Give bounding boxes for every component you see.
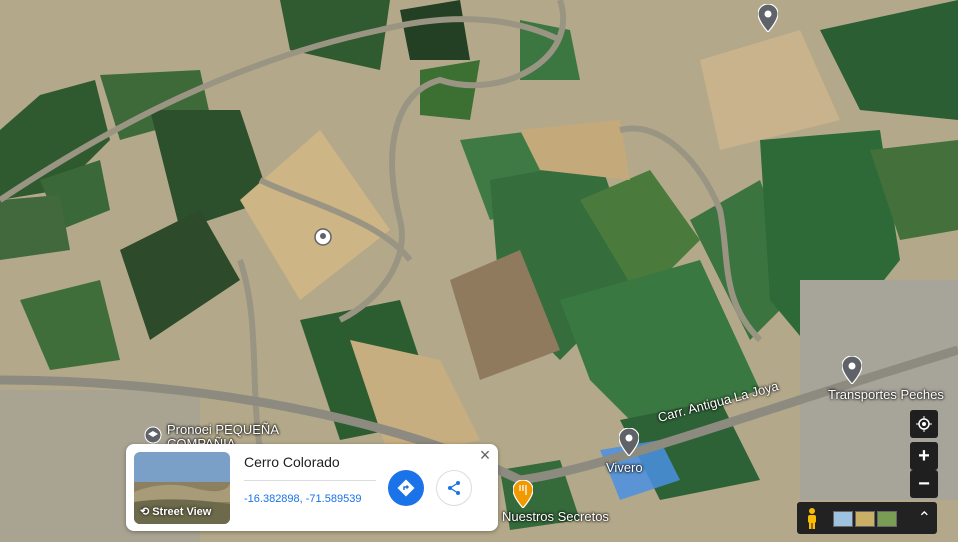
selected-location-icon[interactable]: [314, 228, 332, 246]
share-button[interactable]: [436, 470, 472, 506]
layer-satellite-icon[interactable]: [877, 511, 897, 527]
label-vivero[interactable]: Vivero: [606, 460, 643, 475]
layers-bar: ⌃: [797, 502, 937, 534]
my-location-button[interactable]: [910, 410, 938, 438]
share-icon: [448, 481, 460, 495]
close-icon[interactable]: ×: [476, 446, 494, 464]
location-info-card: ⟲ Street View Cerro Colorado -16.382898,…: [126, 444, 498, 531]
transportes-pin-icon[interactable]: [842, 356, 862, 384]
zoom-out-button[interactable]: −: [910, 470, 938, 498]
directions-icon: [397, 479, 415, 497]
label-pronoei[interactable]: Pronoei PEQUEÑA: [167, 422, 279, 437]
label-nuestros-secretos[interactable]: Nuestros Secretos: [502, 509, 609, 524]
zoom-in-button[interactable]: +: [910, 442, 938, 470]
layers-expand-icon[interactable]: ⌃: [918, 508, 931, 528]
place-name[interactable]: Cerro Colorado: [244, 454, 340, 470]
school-icon[interactable]: [144, 426, 162, 444]
street-view-icon: ⟲: [140, 506, 150, 518]
directions-button[interactable]: [388, 470, 424, 506]
coordinates-link[interactable]: -16.382898, -71.589539: [244, 493, 361, 505]
layer-transit-icon[interactable]: [833, 511, 853, 527]
street-view-text: Street View: [152, 505, 212, 518]
restaurant-pin-icon[interactable]: [513, 480, 533, 508]
pegman-icon[interactable]: [805, 507, 819, 529]
label-transportes[interactable]: Transportes Peches: [828, 387, 944, 402]
locate-icon: [916, 416, 932, 432]
vivero-pin-icon[interactable]: [619, 428, 639, 456]
map-pin-icon[interactable]: [758, 4, 778, 32]
layer-terrain-icon[interactable]: [855, 511, 875, 527]
card-divider: [244, 480, 376, 481]
street-view-label[interactable]: ⟲ Street View: [140, 505, 212, 519]
street-view-thumbnail[interactable]: ⟲ Street View: [134, 452, 230, 524]
